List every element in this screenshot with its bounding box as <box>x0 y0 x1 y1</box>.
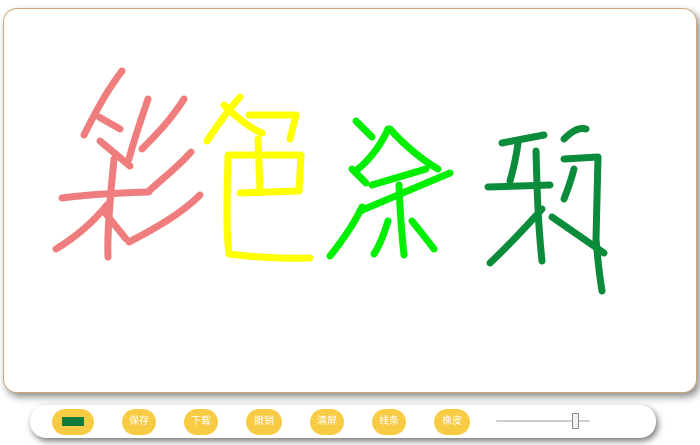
clear-button[interactable]: 清屏 <box>310 409 344 435</box>
stroke-se <box>203 93 314 262</box>
current-color-swatch <box>62 417 84 426</box>
eraser-button[interactable]: 橡皮 <box>434 409 470 435</box>
stroke-cai <box>52 67 204 261</box>
line-width-slider[interactable] <box>496 411 590 431</box>
undo-button[interactable]: 撤销 <box>246 409 282 435</box>
download-button[interactable]: 下载 <box>184 409 218 435</box>
slider-thumb[interactable] <box>571 413 579 429</box>
save-button[interactable]: 保存 <box>122 409 156 435</box>
doodle-app: 保存 下载 撤销 清屏 线条 橡皮 <box>0 0 700 445</box>
stroke-ya <box>484 125 608 295</box>
color-picker-button[interactable] <box>52 409 94 435</box>
stroke-tu <box>326 117 454 260</box>
doodle-drawing <box>52 67 608 295</box>
drawing-canvas[interactable] <box>3 8 697 393</box>
toolbar: 保存 下载 撤销 清屏 线条 橡皮 <box>30 405 656 438</box>
line-button[interactable]: 线条 <box>372 409 406 435</box>
